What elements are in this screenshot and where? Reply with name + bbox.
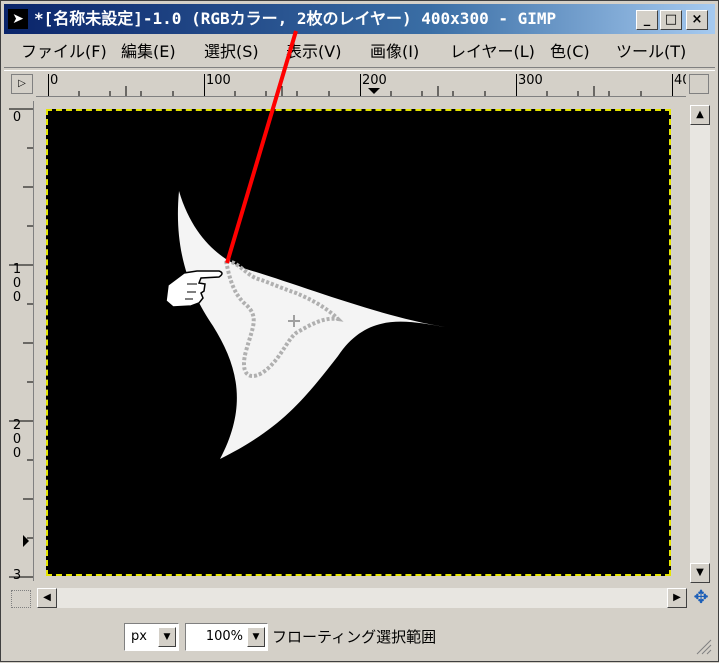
zoom-select[interactable]: 100% ▼ (185, 623, 268, 651)
unit-select[interactable]: px ▼ (124, 623, 179, 651)
status-bar: px ▼ 100% ▼ フローティング選択範囲 (4, 613, 715, 659)
status-message: フローティング選択範囲 (272, 628, 437, 646)
close-button[interactable]: × (686, 10, 708, 30)
menu-bar: ファイル(F) 編集(E) 選択(S) 表示(V) 画像(I) レイヤー(L) … (4, 37, 715, 67)
menu-image[interactable]: 画像(I) (370, 37, 419, 67)
window-title: *[名称未設定]-1.0 (RGBカラー, 2枚のレイヤー) 400x300 -… (34, 9, 557, 28)
gimp-app-icon[interactable]: ➤ (8, 9, 28, 29)
menu-select[interactable]: 選択(S) (204, 37, 259, 67)
chevron-down-icon[interactable]: ▼ (158, 627, 176, 647)
gimp-image-window: ➤ *[名称未設定]-1.0 (RGBカラー, 2枚のレイヤー) 400x300… (0, 0, 719, 662)
scroll-up-button[interactable]: ▲ (690, 105, 710, 125)
image-canvas[interactable] (46, 109, 671, 576)
horizontal-ruler[interactable]: 0 100 200 300 40 (36, 74, 686, 97)
shuriken-shape (177, 191, 446, 459)
menu-tools[interactable]: ツール(T) (616, 37, 686, 67)
menu-layer[interactable]: レイヤー(L) (450, 37, 535, 67)
chevron-down-icon[interactable]: ▼ (247, 627, 265, 647)
ruler-minor-ticks (9, 108, 33, 578)
resize-grip-icon[interactable] (694, 637, 712, 655)
menu-edit[interactable]: 編集(E) (121, 37, 176, 67)
title-bar[interactable]: ➤ *[名称未設定]-1.0 (RGBカラー, 2枚のレイヤー) 400x300… (4, 4, 715, 34)
maximize-button[interactable]: □ (660, 10, 682, 30)
shape-layer (177, 191, 446, 459)
scroll-down-button[interactable]: ▼ (690, 563, 710, 583)
menu-separator (4, 67, 715, 71)
unit-value: px (131, 629, 147, 644)
horizontal-scrollbar[interactable]: ◀ ▶ (37, 588, 687, 608)
zoom-toggle-icon[interactable] (689, 74, 709, 94)
vertical-ruler[interactable]: 0 1 0 0 2 0 0 3 (9, 101, 34, 581)
scroll-left-button[interactable]: ◀ (37, 588, 57, 608)
quick-mask-toggle-icon[interactable] (11, 590, 31, 608)
scroll-right-button[interactable]: ▶ (667, 588, 687, 608)
vertical-scrollbar[interactable]: ▲ ▼ (690, 105, 710, 583)
image-menu-arrow-icon[interactable]: ▷ (11, 74, 33, 94)
menu-view[interactable]: 表示(V) (286, 37, 341, 67)
menu-color[interactable]: 色(C) (550, 37, 590, 67)
ruler-minor-ticks (78, 86, 642, 96)
minimize-button[interactable]: _ (636, 10, 658, 30)
navigate-icon[interactable]: ✥ (690, 588, 712, 608)
menu-file[interactable]: ファイル(F) (21, 37, 107, 67)
